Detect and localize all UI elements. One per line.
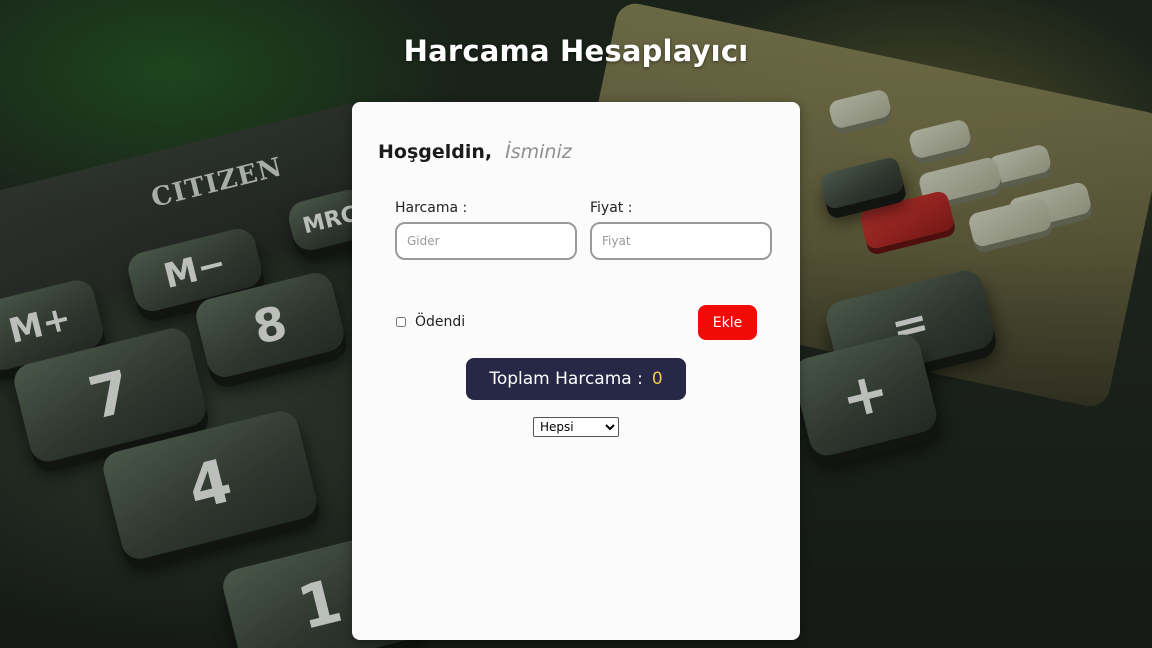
welcome-row: Hoşgeldin, İsminiz [378, 141, 572, 163]
price-label: Fiyat : [590, 200, 633, 216]
paid-label: Ödendi [415, 314, 466, 330]
filter-select[interactable]: Hepsi [533, 417, 619, 437]
page-title: Harcama Hesaplayıcı [403, 34, 749, 68]
add-button[interactable]: Ekle [698, 305, 757, 340]
expense-input[interactable] [395, 222, 577, 260]
expense-label: Harcama : [395, 200, 468, 216]
total-expense-label: Toplam Harcama : [489, 369, 643, 389]
user-name-field[interactable]: İsminiz [505, 141, 572, 163]
welcome-greeting: Hoşgeldin, [378, 141, 493, 163]
total-expense-value: 0 [651, 369, 663, 389]
total-expense-badge: Toplam Harcama : 0 [466, 358, 686, 400]
price-input[interactable] [590, 222, 772, 260]
expense-card: Hoşgeldin, İsminiz Harcama : Fiyat : Öde… [352, 102, 800, 640]
paid-checkbox-row: Ödendi [396, 314, 465, 330]
paid-checkbox[interactable] [396, 317, 406, 327]
